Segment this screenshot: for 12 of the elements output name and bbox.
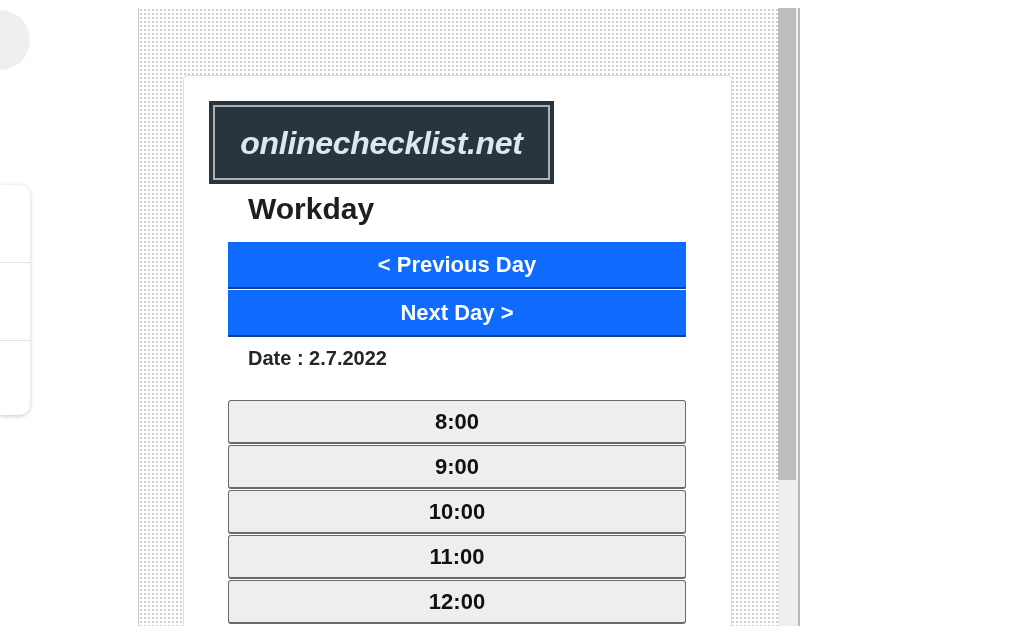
- date-label: Date : 2.7.2022: [248, 346, 388, 371]
- site-logo[interactable]: onlinechecklist.net: [209, 101, 554, 184]
- time-slot-button[interactable]: 11:00: [228, 535, 686, 579]
- page-title: Workday: [248, 191, 376, 227]
- next-day-button[interactable]: Next Day >: [228, 290, 686, 337]
- scrollbar-thumb[interactable]: [778, 8, 796, 480]
- scrollbar[interactable]: [778, 8, 798, 626]
- time-slot-button[interactable]: 12:00: [228, 580, 686, 624]
- time-slot-button[interactable]: 10:00: [228, 490, 686, 534]
- time-slot-button[interactable]: 8:00: [228, 400, 686, 444]
- previous-day-button[interactable]: < Previous Day: [228, 242, 686, 289]
- time-slot-button[interactable]: 9:00: [228, 445, 686, 489]
